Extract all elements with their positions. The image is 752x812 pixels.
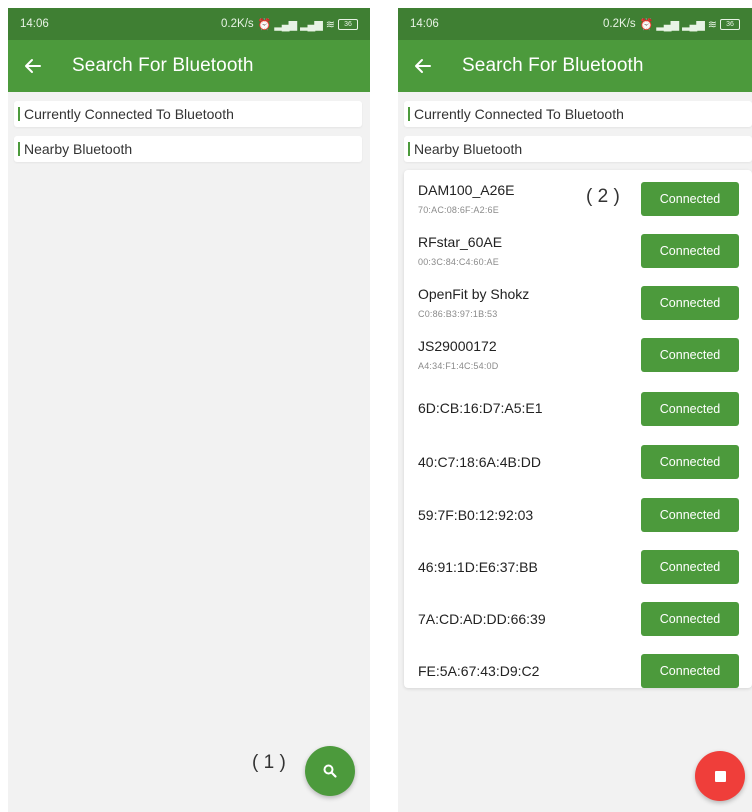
alarm-icon: ⏰ [639, 18, 654, 31]
device-row[interactable]: FE:5A:67:43:D9:C2 Connected [404, 642, 752, 694]
back-button[interactable] [398, 40, 448, 92]
device-name: OpenFit by Shokz [418, 286, 530, 302]
device-mac: 00:3C:84:C4:60:AE [418, 257, 499, 267]
device-connect-button[interactable]: Connected [641, 498, 739, 532]
device-connect-button[interactable]: Connected [641, 392, 739, 426]
device-row[interactable]: OpenFit by Shokz C0:86:B3:97:1B:53 Conne… [404, 278, 752, 330]
section-accent [18, 142, 20, 156]
stop-icon [714, 770, 726, 782]
annotation-label-1: ( 1 ) [252, 752, 286, 773]
page-title: Search For Bluetooth [72, 55, 254, 76]
battery-icon: 36 [338, 18, 358, 30]
page-title: Search For Bluetooth [462, 55, 644, 76]
status-bar: 14:06 0.2K/s ⏰ ▂▄▆ ▂▄▆ ≋ 36 [398, 8, 752, 40]
device-mac: C0:86:B3:97:1B:53 [418, 309, 498, 319]
section-accent [18, 107, 20, 121]
search-icon [323, 764, 337, 778]
annotation-label-2: ( 2 ) [586, 186, 620, 207]
nearby-section-label: Nearby Bluetooth [24, 141, 133, 157]
nearby-section-header: Nearby Bluetooth [404, 136, 752, 162]
device-name: 46:91:1D:E6:37:BB [418, 559, 538, 575]
arrow-left-icon [25, 59, 41, 73]
device-connect-button[interactable]: Connected [641, 550, 739, 584]
device-name: DAM100_A26E [418, 182, 515, 198]
device-row[interactable]: 6D:CB:16:D7:A5:E1 Connected [404, 382, 752, 434]
arrow-left-icon [415, 59, 431, 73]
device-name: 6D:CB:16:D7:A5:E1 [418, 400, 543, 416]
section-accent [408, 107, 410, 121]
status-time: 14:06 [410, 18, 439, 30]
phone-screen-initial: 14:06 0.2K/s ⏰ ▂▄▆ ▂▄▆ ≋ 36 Search For B… [8, 8, 370, 812]
device-connect-button[interactable]: Connected [641, 338, 739, 372]
search-fab-button[interactable] [305, 746, 355, 796]
device-row[interactable]: 59:7F:B0:12:92:03 Connected [404, 486, 752, 538]
wifi-icon: ≋ [707, 18, 717, 31]
status-time: 14:06 [20, 18, 49, 30]
device-connect-button[interactable]: Connected [641, 445, 739, 479]
device-name: JS29000172 [418, 338, 497, 354]
device-row[interactable]: JS29000172 A4:34:F1:4C:54:0D Connected [404, 330, 752, 382]
battery-level: 36 [344, 20, 352, 28]
device-name: FE:5A:67:43:D9:C2 [418, 663, 540, 679]
wifi-icon: ≋ [325, 18, 335, 31]
device-row[interactable]: RFstar_60AE 00:3C:84:C4:60:AE Connected [404, 226, 752, 278]
device-connect-button[interactable]: Connected [641, 602, 739, 636]
section-accent [408, 142, 410, 156]
device-row[interactable]: 46:91:1D:E6:37:BB Connected [404, 538, 752, 590]
device-row[interactable]: 7A:CD:AD:DD:66:39 Connected [404, 590, 752, 642]
device-connect-button[interactable]: Connected [641, 182, 739, 216]
signal-icon-2: ▂▄▆ [300, 18, 323, 31]
device-mac: 70:AC:08:6F:A2:6E [418, 205, 499, 215]
connected-section-header: Currently Connected To Bluetooth [14, 101, 362, 127]
nearby-section-header: Nearby Bluetooth [14, 136, 362, 162]
stop-scan-fab-button[interactable] [695, 751, 745, 801]
status-bar: 14:06 0.2K/s ⏰ ▂▄▆ ▂▄▆ ≋ 36 [8, 8, 370, 40]
nearby-device-list: DAM100_A26E 70:AC:08:6F:A2:6E Connected … [404, 170, 752, 688]
alarm-icon: ⏰ [257, 18, 272, 31]
device-connect-button[interactable]: Connected [641, 234, 739, 268]
phone-screen-scanning: 14:06 0.2K/s ⏰ ▂▄▆ ▂▄▆ ≋ 36 Search For B… [398, 8, 752, 812]
device-name: 40:C7:18:6A:4B:DD [418, 454, 541, 470]
battery-level: 36 [726, 20, 734, 28]
battery-icon: 36 [720, 18, 740, 30]
back-button[interactable] [8, 40, 58, 92]
status-icons: 0.2K/s ⏰ ▂▄▆ ▂▄▆ ≋ 36 [221, 18, 358, 31]
device-connect-button[interactable]: Connected [641, 654, 739, 688]
device-name: 59:7F:B0:12:92:03 [418, 507, 534, 523]
app-bar: Search For Bluetooth [8, 40, 370, 92]
device-mac: A4:34:F1:4C:54:0D [418, 361, 499, 371]
device-row[interactable]: DAM100_A26E 70:AC:08:6F:A2:6E Connected [404, 174, 752, 226]
connected-section-header: Currently Connected To Bluetooth [404, 101, 752, 127]
connected-section-label: Currently Connected To Bluetooth [414, 106, 624, 122]
signal-icon: ▂▄▆ [274, 18, 297, 31]
device-connect-button[interactable]: Connected [641, 286, 739, 320]
status-icons: 0.2K/s ⏰ ▂▄▆ ▂▄▆ ≋ 36 [603, 18, 740, 31]
device-row[interactable]: 40:C7:18:6A:4B:DD Connected [404, 434, 752, 486]
network-speed: 0.2K/s [221, 18, 254, 30]
connected-section-label: Currently Connected To Bluetooth [24, 106, 234, 122]
app-bar: Search For Bluetooth [398, 40, 752, 92]
device-name: 7A:CD:AD:DD:66:39 [418, 611, 546, 627]
nearby-section-label: Nearby Bluetooth [414, 141, 523, 157]
network-speed: 0.2K/s [603, 18, 636, 30]
device-name: RFstar_60AE [418, 234, 503, 250]
signal-icon-2: ▂▄▆ [682, 18, 705, 31]
signal-icon: ▂▄▆ [656, 18, 679, 31]
